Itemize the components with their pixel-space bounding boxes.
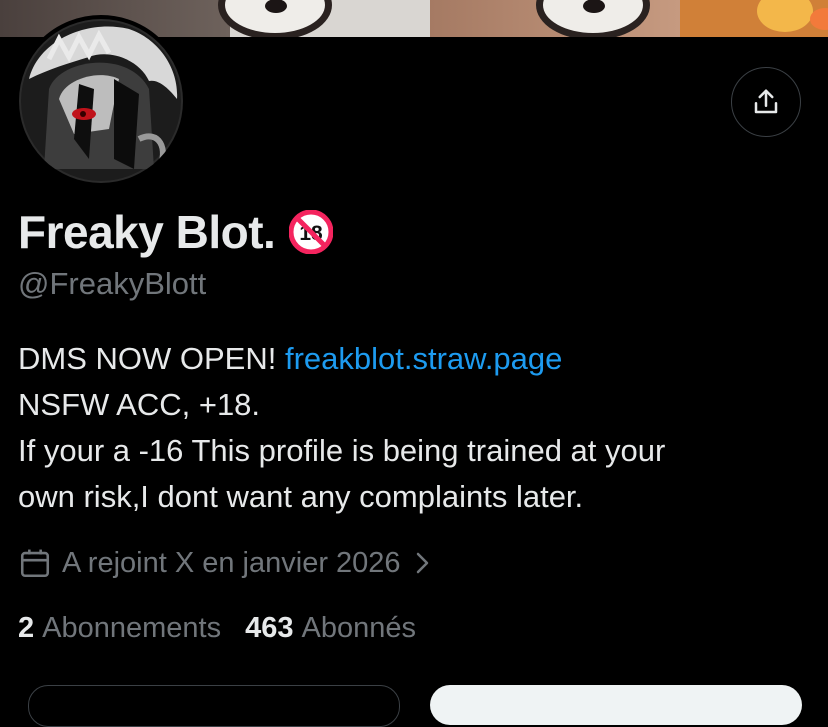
followers-count: 463	[245, 612, 294, 644]
share-button[interactable]	[731, 67, 801, 137]
followers-link[interactable]: 463 Abonnés	[245, 612, 416, 645]
following-label: Abonnements	[42, 612, 222, 644]
following-count: 2	[18, 612, 35, 644]
chevron-right-icon	[416, 552, 428, 574]
bio-line-3: If your a -16 This profile is being trai…	[18, 433, 666, 468]
display-name: Freaky Blot.	[18, 206, 276, 258]
follow-stats: 2 Abonnements 463 Abonnés	[18, 612, 440, 645]
joined-date-row[interactable]: A rejoint X en janvier 2026	[18, 546, 433, 580]
bio: DMS NOW OPEN! freakblot.straw.page NSFW …	[18, 336, 818, 520]
secondary-action-button[interactable]	[28, 685, 400, 727]
no-under-18-icon: 18	[289, 210, 334, 254]
avatar-image	[19, 19, 183, 183]
followers-label: Abonnés	[301, 612, 417, 644]
username-handle: @FreakyBlott	[18, 266, 207, 301]
bio-text: DMS NOW OPEN!	[18, 341, 285, 376]
primary-action-button[interactable]	[430, 685, 802, 725]
bio-line-4: own risk,I dont want any complaints late…	[18, 479, 584, 514]
following-link[interactable]: 2 Abonnements	[18, 612, 221, 645]
bio-link[interactable]: freakblot.straw.page	[285, 341, 562, 376]
avatar[interactable]	[15, 15, 187, 187]
bio-line-2: NSFW ACC, +18.	[18, 387, 261, 422]
joined-date-text: A rejoint X en janvier 2026	[62, 546, 401, 579]
calendar-icon	[20, 549, 50, 578]
bio-line-1: DMS NOW OPEN! freakblot.straw.page	[18, 336, 818, 382]
name-row: Freaky Blot. 18	[18, 205, 334, 259]
share-icon	[754, 89, 778, 114]
